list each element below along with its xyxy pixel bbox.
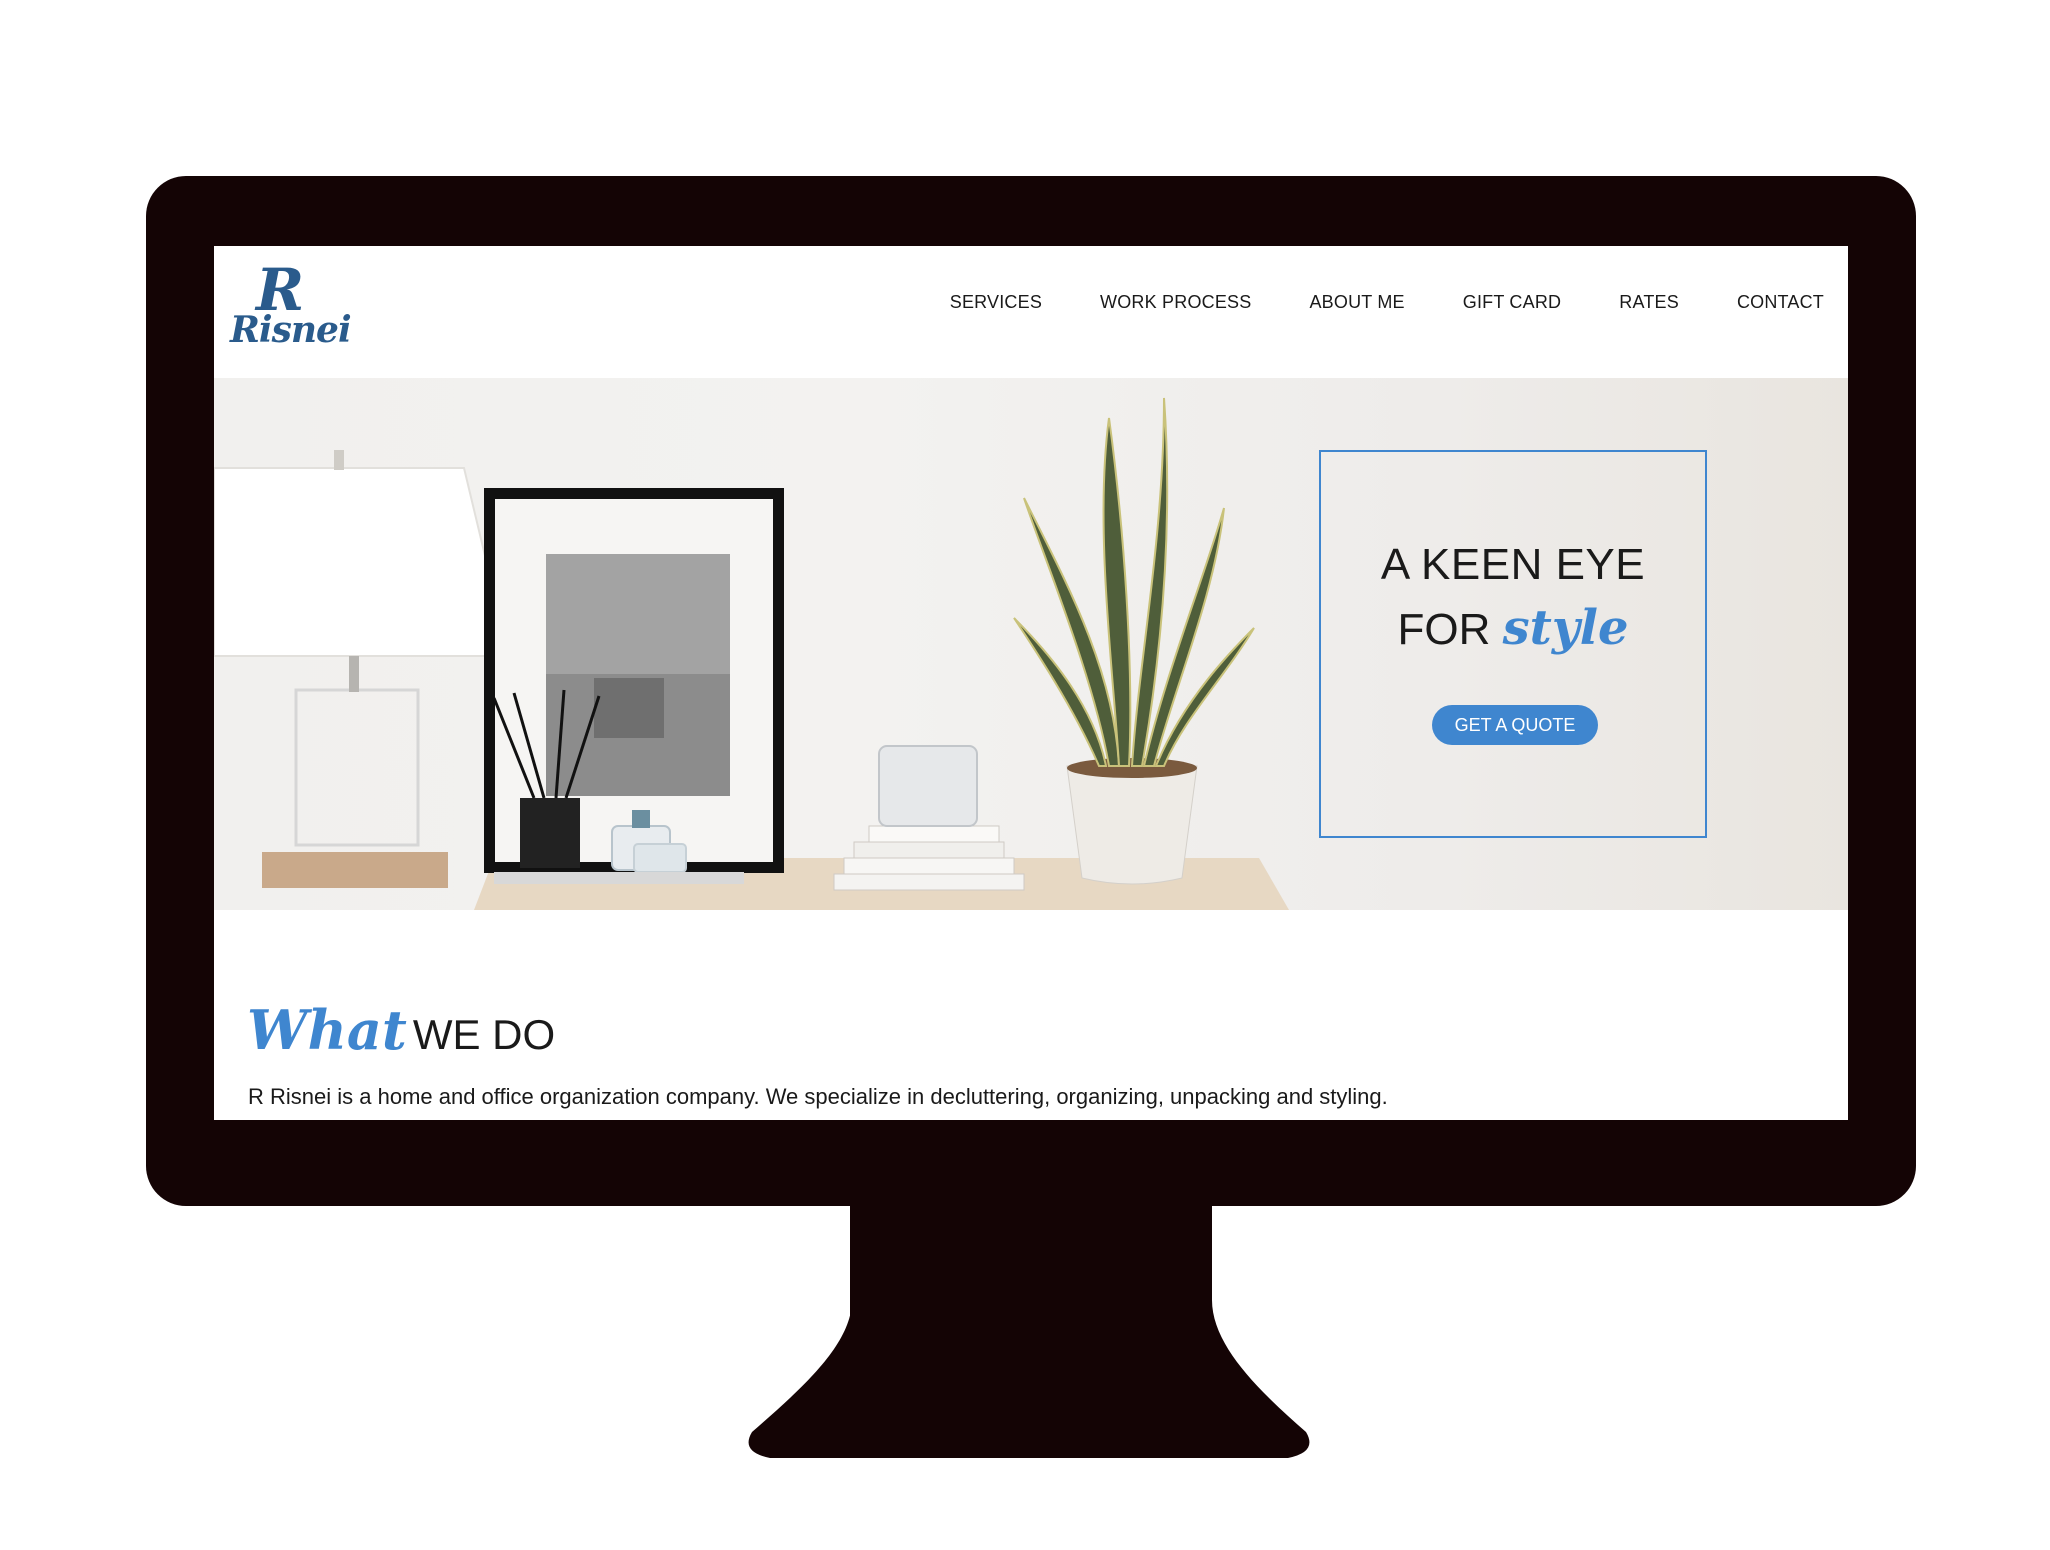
what-we-do-plain: WE DO: [412, 1011, 556, 1058]
main-nav: SERVICES WORK PROCESS ABOUT ME GIFT CARD…: [892, 292, 1824, 313]
hero-heading-line2: FOR style: [1321, 600, 1705, 656]
lamp-base: [294, 688, 420, 847]
what-we-do-title: What WE DO: [247, 998, 555, 1062]
hero-heading-script: style: [1502, 600, 1629, 656]
diffuser: [520, 798, 580, 868]
get-quote-button[interactable]: GET A QUOTE: [1432, 705, 1598, 745]
what-we-do-script: What: [247, 998, 407, 1062]
mirror-tray: [494, 872, 744, 884]
nav-item-rates[interactable]: RATES: [1619, 292, 1679, 313]
hero-heading-line1: A KEEN EYE: [1380, 540, 1646, 589]
nav-item-contact[interactable]: CONTACT: [1737, 292, 1824, 313]
site-header: R Risnei SERVICES WORK PROCESS ABOUT ME …: [214, 246, 1848, 378]
nav-item-about-me[interactable]: ABOUT ME: [1309, 292, 1404, 313]
logo-name: Risnei: [230, 309, 352, 351]
nav-item-services[interactable]: SERVICES: [950, 292, 1042, 313]
candle-jar: [878, 745, 978, 827]
book-stack: [833, 873, 1025, 891]
browser-screen: R Risnei SERVICES WORK PROCESS ABOUT ME …: [214, 246, 1848, 1120]
nav-item-work-process[interactable]: WORK PROCESS: [1100, 292, 1251, 313]
hero-banner: A KEEN EYE FOR style GET A QUOTE: [214, 378, 1848, 910]
hero-callout: A KEEN EYE FOR style GET A QUOTE: [1319, 450, 1707, 838]
brand-logo[interactable]: R Risnei: [230, 260, 352, 358]
nav-item-gift-card[interactable]: GIFT CARD: [1463, 292, 1561, 313]
what-we-do-description: R Risnei is a home and office organizati…: [248, 1084, 1388, 1109]
plant-pot: [1066, 765, 1198, 885]
snake-plant: [1013, 397, 1255, 767]
hero-heading-prefix: FOR: [1397, 605, 1491, 654]
lamp-plinth: [262, 852, 448, 888]
lamp-shade: [214, 467, 511, 657]
